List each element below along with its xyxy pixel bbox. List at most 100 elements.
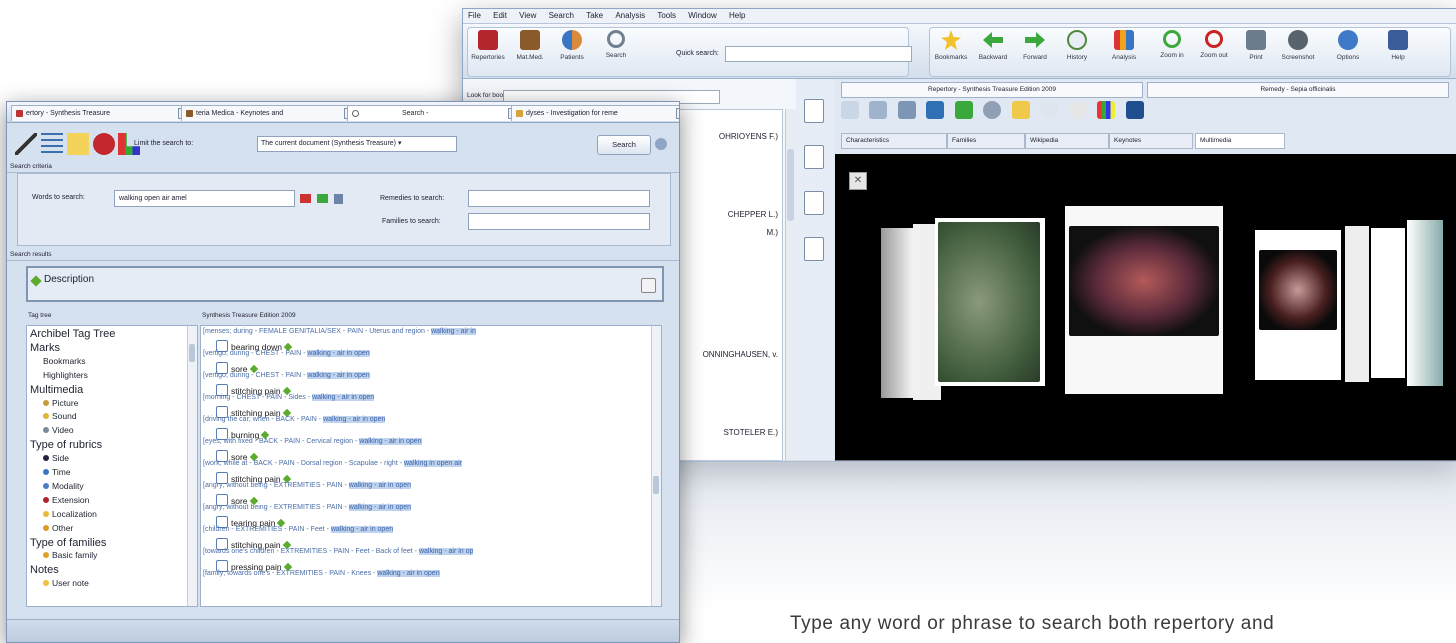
history-button[interactable]: History	[1058, 30, 1096, 61]
zoom-out-button[interactable]: Zoom out	[1195, 30, 1233, 59]
result-rubric[interactable]: [vertigo; during - CHEST - PAIN - walkin…	[203, 372, 370, 379]
globe-icon[interactable]	[983, 101, 1002, 119]
trash-icon[interactable]	[641, 278, 656, 293]
menu-analysis[interactable]: Analysis	[615, 11, 645, 20]
result-rubric[interactable]: [towards one's children - EXTREMITIES - …	[203, 548, 474, 555]
tag-tree-item[interactable]: Bookmarks	[43, 356, 86, 366]
tab-multimedia[interactable]: Multimedia	[1195, 133, 1285, 149]
image-card[interactable]	[1407, 220, 1443, 386]
search-submit-button[interactable]: Search	[597, 135, 651, 155]
windows-icon[interactable]	[1097, 101, 1116, 119]
tree-icon[interactable]	[954, 101, 973, 119]
tag-tree-item[interactable]: Time	[43, 467, 71, 477]
image-card-center[interactable]	[1065, 206, 1223, 394]
tag-tree-item[interactable]: Other	[43, 523, 73, 533]
tab-characteristics[interactable]: Characteristics	[841, 133, 947, 149]
document-icon[interactable]	[804, 145, 824, 169]
menu-search[interactable]: Search	[549, 11, 574, 20]
tag-tree-item[interactable]: Sound	[43, 411, 77, 421]
remedies-input[interactable]	[468, 190, 650, 207]
result-rubric[interactable]: [angry; without being - EXTREMITIES - PA…	[203, 504, 412, 511]
tag-tree-item[interactable]: Extension	[43, 495, 89, 505]
tag-tree-item[interactable]: Side	[43, 453, 69, 463]
tag-tree-item[interactable]: Multimedia	[30, 384, 83, 396]
moon-icon[interactable]	[1040, 101, 1059, 119]
image-card[interactable]	[1255, 230, 1341, 380]
window-icon[interactable]	[897, 101, 916, 119]
results-scrollbar[interactable]	[651, 326, 661, 606]
image-icon[interactable]	[1125, 101, 1144, 119]
tag-tree-item[interactable]: Basic family	[43, 550, 97, 560]
menu-tools[interactable]: Tools	[657, 11, 676, 20]
tag-tree-item[interactable]: Picture	[43, 398, 78, 408]
result-rubric[interactable]: [work; while at - BACK - PAIN - Dorsal r…	[203, 460, 462, 467]
book-blue-icon[interactable]	[926, 101, 945, 119]
screenshot-button[interactable]: Screenshot	[1279, 30, 1317, 61]
quick-search-input[interactable]	[725, 46, 912, 62]
tag-tree-item[interactable]: Archibel Tag Tree	[30, 328, 115, 340]
tag-tree-item[interactable]: Video	[43, 425, 74, 435]
help-button[interactable]: Help	[1379, 30, 1417, 61]
tab-repertory[interactable]: ertory - Synthesis Treasure	[11, 105, 193, 121]
image-card[interactable]	[1371, 228, 1405, 378]
result-rubric[interactable]: [children - EXTREMITIES - PAIN - Feet - …	[203, 526, 394, 533]
close-icon[interactable]: ✕	[849, 172, 867, 190]
search-button[interactable]: Search	[597, 30, 635, 59]
bug-icon[interactable]	[93, 133, 115, 155]
result-rubric[interactable]: [vertigo; during - CHEST - PAIN - walkin…	[203, 350, 370, 357]
tag-tree-item[interactable]: Highlighters	[43, 370, 88, 380]
limit-select[interactable]: The current document (Synthesis Treasure…	[257, 136, 457, 152]
document-icon[interactable]	[804, 191, 824, 215]
tab-analyses[interactable]: dyses - Investigation for reme	[511, 105, 679, 121]
backward-button[interactable]: Backward	[974, 30, 1012, 61]
document-icon[interactable]	[334, 194, 343, 204]
close-tab-icon[interactable]	[676, 108, 679, 119]
document-icon[interactable]	[804, 99, 824, 123]
menu-help[interactable]: Help	[729, 11, 745, 20]
collapse-icon[interactable]	[655, 138, 667, 150]
result-rubric[interactable]: [eyes; with fixed - BACK - PAIN - Cervic…	[203, 438, 422, 445]
key-icon[interactable]	[1011, 101, 1030, 119]
tab-materia-medica[interactable]: teria Medica - Keynotes and	[181, 105, 359, 121]
folder-icon[interactable]	[841, 101, 859, 119]
menu-edit[interactable]: Edit	[493, 11, 507, 20]
tab-wikipedia[interactable]: Wikipedia	[1025, 133, 1109, 149]
image-card[interactable]	[935, 218, 1045, 386]
pen-icon[interactable]	[15, 133, 37, 155]
grid-icon[interactable]	[869, 101, 888, 119]
remedy-icon[interactable]	[300, 194, 311, 203]
tab-keynotes[interactable]: Keynotes	[1109, 133, 1193, 149]
scroll-thumb[interactable]	[653, 476, 659, 494]
menu-file[interactable]: File	[468, 11, 481, 20]
families-input[interactable]	[468, 213, 650, 230]
list-icon[interactable]	[41, 133, 63, 155]
result-rubric[interactable]: [family; towards one's - EXTREMITIES - P…	[203, 570, 440, 577]
book-list-scrollbar[interactable]	[785, 109, 796, 461]
options-button[interactable]: Options	[1329, 30, 1367, 61]
tag-tree-scrollbar[interactable]	[187, 326, 197, 606]
image-card[interactable]	[881, 228, 917, 398]
result-rubric[interactable]: [angry; without being - EXTREMITIES - PA…	[203, 482, 412, 489]
menu-take[interactable]: Take	[586, 11, 603, 20]
repertory-tab[interactable]: Repertory - Synthesis Treasure Edition 2…	[841, 82, 1143, 98]
tag-tree-item[interactable]: User note	[43, 578, 89, 588]
scroll-thumb[interactable]	[189, 344, 195, 362]
words-input[interactable]: walking open air amel	[114, 190, 295, 207]
result-rubric[interactable]: [morning - CHEST - PAIN - Sides - walkin…	[203, 394, 375, 401]
zoom-in-button[interactable]: Zoom in	[1153, 30, 1191, 59]
print-button[interactable]: Print	[1237, 30, 1275, 61]
note-icon[interactable]	[67, 133, 89, 155]
tab-families[interactable]: Families	[947, 133, 1025, 149]
repertories-button[interactable]: Repertories	[469, 30, 507, 61]
result-rubric[interactable]: [driving the car; when - BACK - PAIN - w…	[203, 416, 386, 423]
tag-tree-item[interactable]: Notes	[30, 564, 59, 576]
document-icon[interactable]	[804, 237, 824, 261]
tag-tree-item[interactable]: Marks	[30, 342, 60, 354]
tag-tree-item[interactable]: Localization	[43, 509, 97, 519]
g-icon[interactable]	[1068, 101, 1087, 119]
materia-medica-button[interactable]: Mat.Med.	[511, 30, 549, 61]
analysis-button[interactable]: Analysis	[1105, 30, 1143, 61]
tab-search[interactable]: Search -	[347, 105, 523, 121]
patients-button[interactable]: Patients	[553, 30, 591, 61]
family-icon[interactable]	[317, 194, 328, 203]
